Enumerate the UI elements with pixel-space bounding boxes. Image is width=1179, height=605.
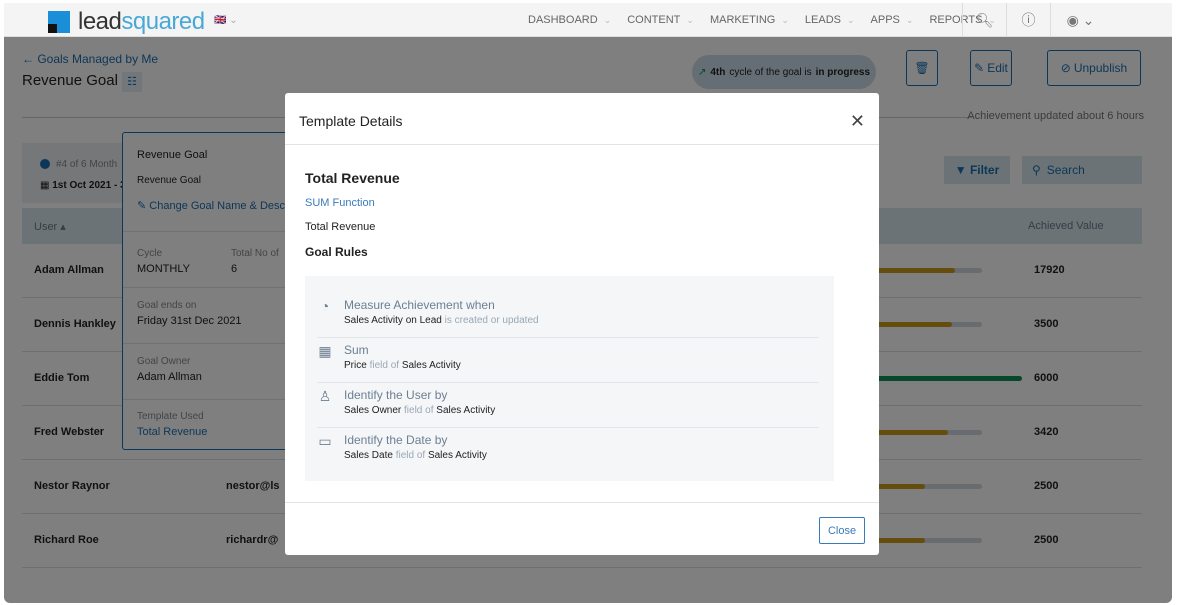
template-function: SUM Function <box>305 197 375 209</box>
calendar-icon: ▭ <box>318 433 332 449</box>
rule-detail: Sales Owner field of Sales Activity <box>344 405 495 416</box>
chevron-down-icon: ⌄ <box>686 15 694 25</box>
menu-label: DASHBOARD <box>528 14 598 26</box>
help-icon[interactable]: ⓘ <box>1006 3 1050 37</box>
abacus-icon: ▦ <box>318 343 332 359</box>
chevron-down-icon: ⌄ <box>781 15 789 25</box>
menu-leads[interactable]: LEADS ⌄ <box>805 14 855 26</box>
menu-marketing[interactable]: MARKETING ⌄ <box>710 14 789 26</box>
goal-rules-list: ◔ Measure Achievement when Sales Activity … <box>305 276 834 481</box>
rule-detail: Sales Activity on Lead is created or upd… <box>344 315 539 326</box>
rule-title: Measure Achievement when <box>344 298 495 312</box>
modal-title: Template Details <box>299 113 403 129</box>
rule-sum: ▦ Sum Price field of Sales Activity <box>317 338 819 383</box>
logo[interactable]: leadsquared <box>48 8 205 36</box>
rule-entity: Sales Date <box>344 450 393 461</box>
user-menu-icon[interactable]: ◉ ⌄ <box>1050 3 1110 37</box>
rule-detail: Price field of Sales Activity <box>344 360 461 371</box>
rule-entity: Sales Owner <box>344 405 402 416</box>
rule-user: ♙ Identify the User by Sales Owner field o… <box>317 383 819 428</box>
main-menu: DASHBOARD ⌄ CONTENT ⌄ MARKETING ⌄ LEADS ⌄ AP… <box>528 3 996 37</box>
menu-label: CONTENT <box>627 14 681 26</box>
rule-title: Sum <box>344 343 369 357</box>
search-icon[interactable]: 🔍︎ <box>962 3 1006 37</box>
rule-connector: field of <box>401 405 437 416</box>
chevron-down-icon: ⌄ <box>603 15 612 25</box>
rule-connector: field of <box>392 450 428 461</box>
logo-mark-icon <box>48 11 70 33</box>
rule-measure: ◔ Measure Achievement when Sales Activity … <box>317 293 819 338</box>
rule-title: Identify the User by <box>344 388 448 402</box>
goal-rules-heading: Goal Rules <box>305 245 368 259</box>
rule-object: Sales Activity <box>436 405 496 416</box>
nav-icons: 🔍︎ ⓘ ◉ ⌄ <box>962 3 1110 37</box>
rule-connector: is created or updated <box>441 315 539 326</box>
close-button[interactable]: Close <box>819 517 865 544</box>
template-field: Total Revenue <box>305 221 376 233</box>
rule-entity: Sales Activity on Lead <box>344 315 442 326</box>
rule-detail: Sales Date field of Sales Activity <box>344 450 487 461</box>
menu-label: APPS <box>870 14 900 26</box>
top-navbar: leadsquared 🇬🇧 ⌄ DASHBOARD ⌄ CONTENT ⌄ MAR… <box>4 3 1172 37</box>
rule-entity: Price <box>344 360 367 371</box>
rule-title: Identify the Date by <box>344 433 448 447</box>
language-selector[interactable]: 🇬🇧 ⌄ <box>214 15 238 26</box>
template-name: Total Revenue <box>305 170 400 186</box>
menu-content[interactable]: CONTENT ⌄ <box>627 14 694 26</box>
template-details-modal: Template Details ✕ Total Revenue SUM Fun… <box>285 93 879 555</box>
rule-connector: field of <box>366 360 402 371</box>
gauge-icon: ◔ <box>320 298 330 314</box>
rule-date: ▭ Identify the Date by Sales Date field of… <box>317 428 819 473</box>
menu-apps[interactable]: APPS ⌄ <box>871 14 914 26</box>
modal-header: Template Details ✕ <box>285 93 879 145</box>
chevron-down-icon: ⌄ <box>846 15 855 25</box>
modal-footer: Close <box>285 502 879 555</box>
user-icon: ♙ <box>318 388 332 404</box>
brand-text-accent: squared <box>121 8 205 35</box>
rule-object: Sales Activity <box>401 360 461 371</box>
chevron-down-icon: ⌄ <box>905 15 914 25</box>
menu-label: LEADS <box>804 14 841 26</box>
rule-object: Sales Activity <box>427 450 487 461</box>
menu-dashboard[interactable]: DASHBOARD ⌄ <box>528 14 611 26</box>
menu-label: MARKETING <box>709 14 776 26</box>
brand-text: lead <box>78 8 122 35</box>
close-icon[interactable]: ✕ <box>850 111 865 132</box>
